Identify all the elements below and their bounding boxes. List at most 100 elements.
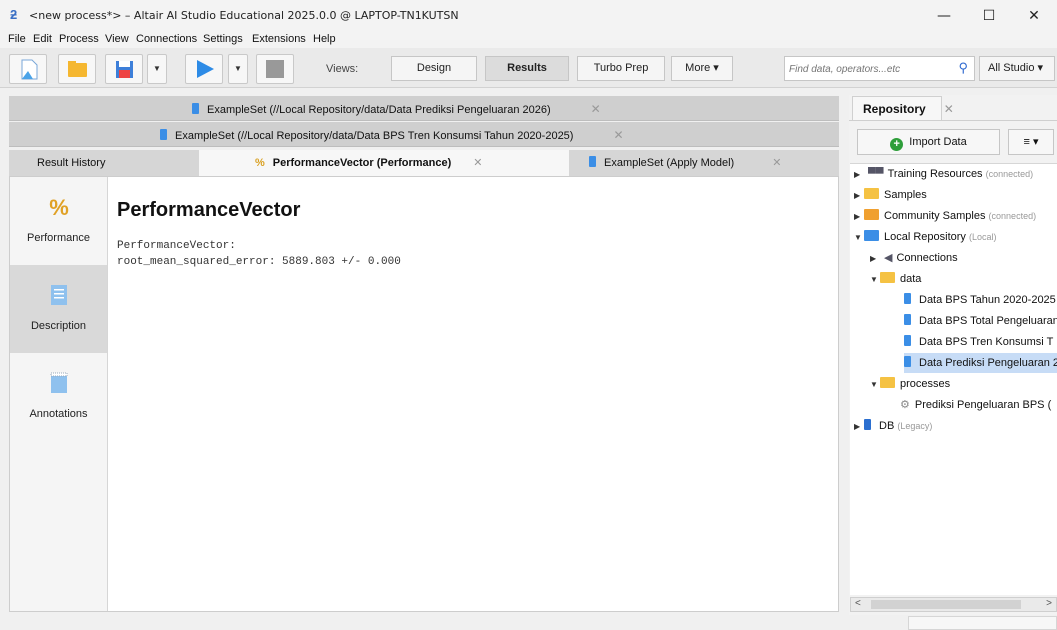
close-button[interactable]: ✕ [1011, 0, 1057, 32]
menu-extensions[interactable]: Extensions [252, 33, 306, 45]
dataset-icon [904, 356, 911, 367]
menu-help[interactable]: Help [313, 33, 336, 45]
tree-label: Data BPS Tahun 2020-2025 [919, 294, 1056, 306]
tree-data-folder[interactable]: ▼ data [870, 269, 921, 289]
collapse-arrow-icon[interactable]: ▼ [854, 228, 864, 248]
tab-tren-konsumsi[interactable]: ExampleSet (//Local Repository/data/Data… [9, 122, 839, 147]
close-icon[interactable]: ✕ [613, 128, 623, 142]
tree-sub: (Legacy) [897, 421, 933, 431]
tab-performance-vector[interactable]: % PerformanceVector (Performance) ✕ [199, 150, 569, 176]
view-description[interactable]: Description [10, 265, 107, 353]
menu-process[interactable]: Process [59, 33, 99, 45]
views-label: Views: [326, 63, 359, 75]
run-button[interactable] [185, 54, 223, 84]
divider [849, 120, 1057, 121]
tree-label: Connections [896, 252, 958, 264]
scroll-left-icon[interactable]: < [855, 598, 861, 609]
percent-icon: % [49, 195, 69, 220]
tab-repository[interactable]: Repository ✕ [852, 96, 954, 121]
close-icon[interactable]: ✕ [591, 102, 601, 116]
menu-file[interactable]: File [8, 33, 26, 45]
view-results-button[interactable]: Results [485, 56, 569, 81]
menu-connections[interactable]: Connections [136, 33, 197, 45]
tree-processes-folder[interactable]: ▼ processes [870, 374, 950, 394]
close-icon[interactable]: ✕ [772, 157, 781, 169]
tab-prediksi-2026[interactable]: ExampleSet (//Local Repository/data/Data… [9, 96, 839, 121]
scroll-thumb[interactable] [871, 600, 1021, 609]
maximize-button[interactable]: ☐ [966, 0, 1012, 32]
page-title: PerformanceVector [117, 199, 301, 221]
repository-menu-button[interactable]: ≡ ▾ [1008, 129, 1054, 155]
expand-arrow-icon[interactable]: ▶ [870, 249, 880, 269]
view-performance[interactable]: % Performance [10, 177, 107, 265]
tab-label: ExampleSet (//Local Repository/data/Data… [207, 104, 551, 116]
close-icon[interactable]: ✕ [944, 102, 954, 116]
tab-result-history[interactable]: Result History [37, 150, 105, 176]
tree-data-bps-total[interactable]: Data BPS Total Pengeluaran [904, 311, 1057, 331]
tab-apply-model[interactable]: ExampleSet (Apply Model) ✕ [589, 150, 781, 176]
menu-settings[interactable]: Settings [203, 33, 243, 45]
collapse-arrow-icon[interactable]: ▼ [870, 375, 880, 395]
search-input[interactable] [789, 61, 939, 77]
title-bar: ƻ <new process*> – Altair AI Studio Educ… [0, 0, 1057, 32]
menu-edit[interactable]: Edit [33, 33, 52, 45]
search-box[interactable]: ⚲ [784, 56, 975, 81]
stop-button[interactable] [256, 54, 294, 84]
tree-process-prediksi[interactable]: ⚙ Prediksi Pengeluaran BPS ( [900, 395, 1051, 415]
tree-label: DB [879, 420, 895, 432]
tree-label: Data Prediksi Pengeluaran 2 [919, 357, 1057, 369]
repository-tab-label: Repository [863, 102, 926, 116]
collapse-arrow-icon[interactable]: ▼ [870, 270, 880, 290]
play-icon [197, 60, 214, 78]
horizontal-scrollbar[interactable]: < > [850, 597, 1057, 612]
tree-data-prediksi[interactable]: Data Prediksi Pengeluaran 2 [904, 353, 1057, 373]
dataset-icon [589, 156, 596, 167]
status-bar [908, 616, 1057, 630]
dataset-icon [904, 335, 911, 346]
view-annotations-label: Annotations [29, 408, 88, 420]
save-dropdown-icon[interactable]: ▼ [147, 54, 167, 84]
tree-connections[interactable]: ▶ ◀ Connections [870, 248, 958, 268]
performance-text-line2: root_mean_squared_error: 5889.803 +/- 0.… [117, 256, 401, 268]
tree-data-bps-tahun[interactable]: Data BPS Tahun 2020-2025 [904, 290, 1056, 310]
save-button[interactable] [105, 54, 143, 84]
view-turboprep-button[interactable]: Turbo Prep [577, 56, 665, 81]
view-annotations[interactable]: Annotations [10, 353, 107, 441]
search-icon[interactable]: ⚲ [958, 60, 968, 76]
tree-label: Training Resources [887, 168, 983, 180]
expand-arrow-icon[interactable]: ▶ [854, 417, 864, 437]
scroll-right-icon[interactable]: > [1046, 598, 1052, 609]
tab-label: PerformanceVector (Performance) [272, 157, 452, 169]
notepad-icon [50, 372, 68, 393]
dataset-icon [160, 129, 167, 140]
new-process-button[interactable] [9, 54, 47, 84]
menu-view[interactable]: View [105, 33, 129, 45]
tree-training-resources[interactable]: ▶ ▀▀ Training Resources (connected) [854, 164, 1033, 184]
tree-db-legacy[interactable]: ▶ DB (Legacy) [854, 416, 932, 436]
view-more-button[interactable]: More ▾ [671, 56, 733, 81]
tree-data-bps-tren[interactable]: Data BPS Tren Konsumsi T [904, 332, 1053, 352]
tree-sub: (connected) [988, 211, 1037, 221]
menu-bar: File Edit Process View Connections Setti… [0, 32, 1057, 48]
minimize-button[interactable]: — [921, 0, 967, 32]
close-icon[interactable]: ✕ [473, 157, 482, 169]
tree-local-repository[interactable]: ▼ Local Repository (Local) [854, 227, 997, 247]
folder-icon [864, 188, 879, 199]
dataset-icon [904, 314, 911, 325]
tree-samples[interactable]: ▶ Samples [854, 185, 927, 205]
expand-arrow-icon[interactable]: ▶ [854, 186, 864, 206]
expand-arrow-icon[interactable]: ▶ [854, 165, 864, 185]
open-process-button[interactable] [58, 54, 96, 84]
run-dropdown-icon[interactable]: ▼ [228, 54, 248, 84]
tab-label: ExampleSet (Apply Model) [604, 157, 735, 169]
perspective-dropdown[interactable]: All Studio ▾ [979, 56, 1055, 81]
tree-community-samples[interactable]: ▶ Community Samples (connected) [854, 206, 1036, 226]
import-data-button[interactable]: + Import Data [857, 129, 1000, 155]
percent-icon: % [255, 157, 265, 169]
view-performance-label: Performance [27, 232, 90, 244]
tab-label: ExampleSet (//Local Repository/data/Data… [175, 130, 574, 142]
expand-arrow-icon[interactable]: ▶ [854, 207, 864, 227]
tree-label: Samples [884, 189, 927, 201]
save-icon [116, 61, 133, 78]
view-design-button[interactable]: Design [391, 56, 477, 81]
